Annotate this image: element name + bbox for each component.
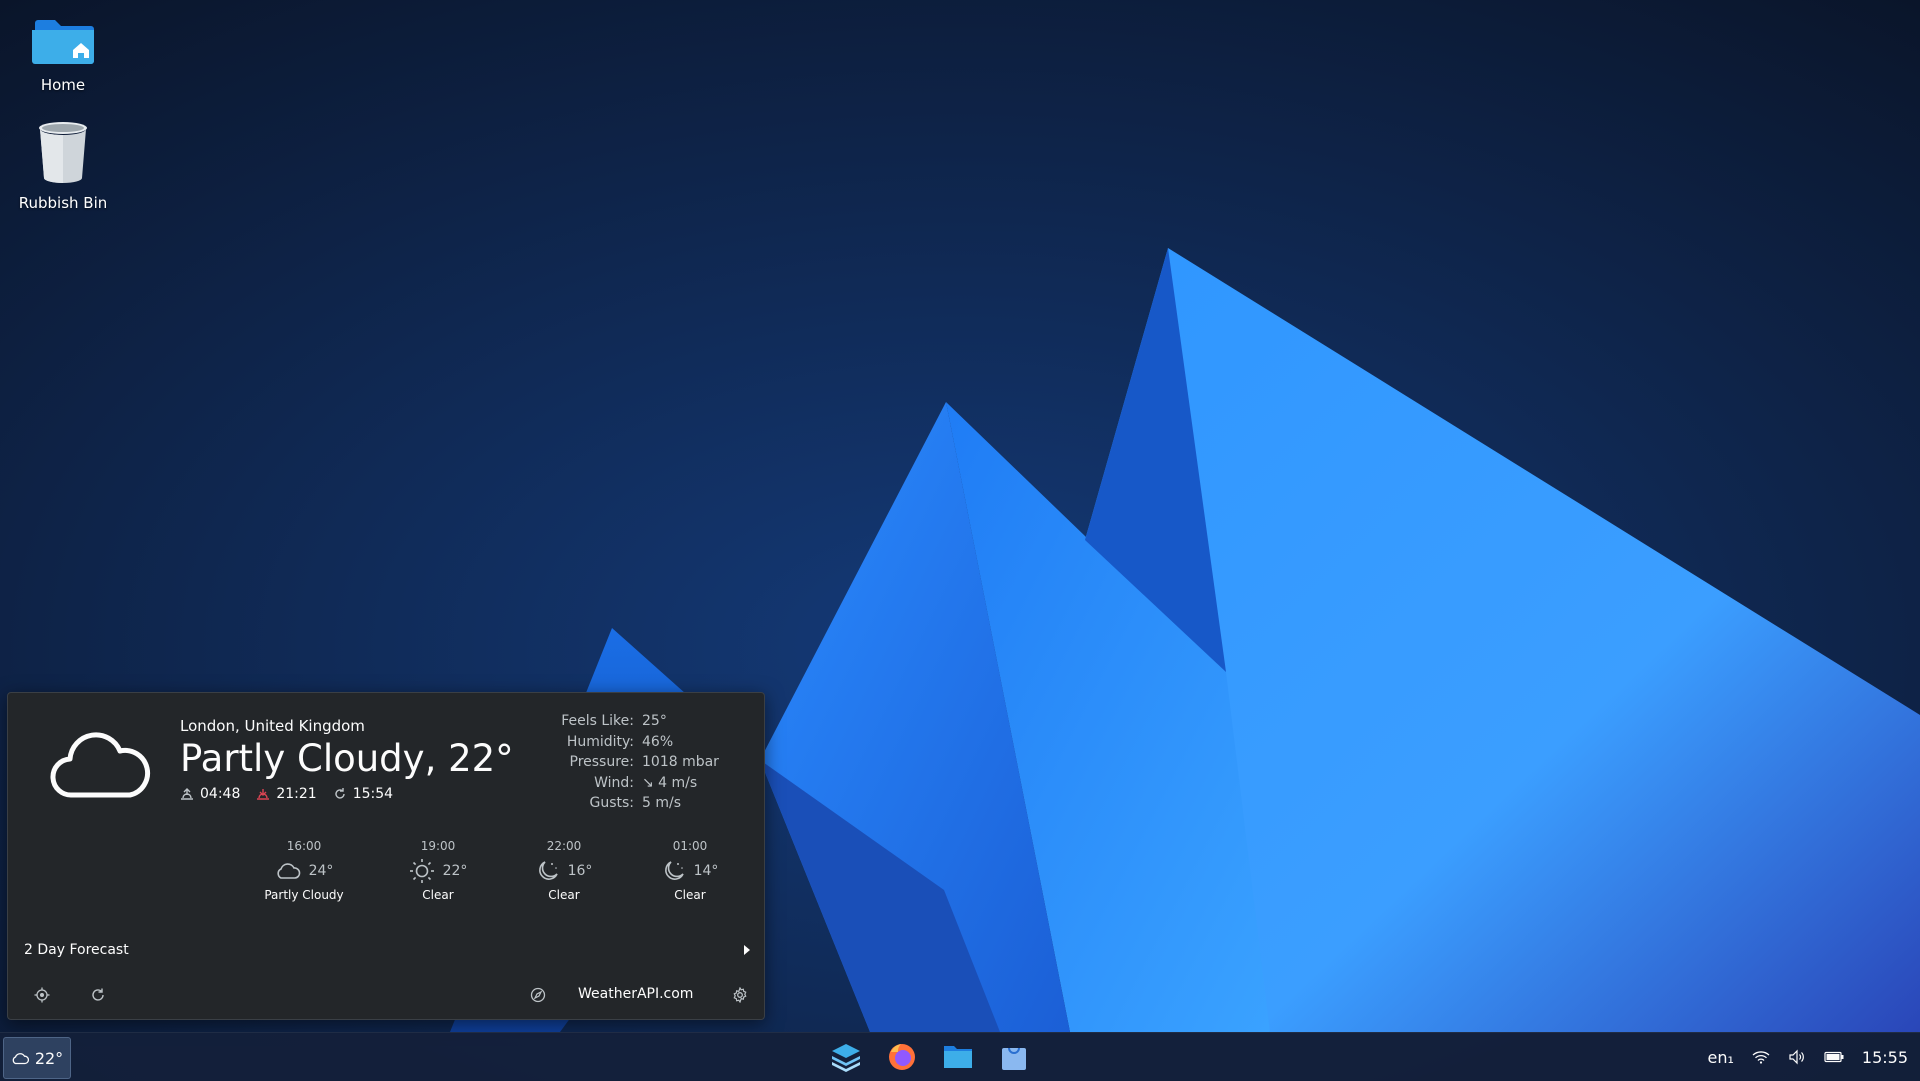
hourly-temp: 22° [442,863,468,879]
firefox-icon [889,1044,915,1070]
hourly-condition: Clear [674,888,706,902]
hourly-temp: 14° [693,863,719,879]
taskbar-weather-temp: 22° [34,1048,64,1068]
hourly-time: 22:00 [546,839,582,853]
weather-popup: London, United Kingdom Partly Cloudy, 22… [7,692,765,1020]
detail-value: ↘ 4 m/s [642,774,698,791]
keyboard-layout-indicator[interactable]: en₁ [1707,1048,1733,1067]
weather-location: London, United Kingdom [180,717,365,735]
sunset-time: 21:21 [276,786,317,802]
software-store-button[interactable] [996,1039,1032,1075]
desktop-icon-rubbish-bin[interactable]: Rubbish Bin [8,120,118,212]
detail-row: Feels Like: 25° [508,711,719,732]
hourly-condition: Clear [548,888,580,902]
hourly-item: 22:00 16° Clear [504,839,624,902]
refresh-button[interactable] [86,983,110,1007]
detail-value: 1018 mbar [642,754,719,770]
detail-row: Wind: ↘ 4 m/s [508,773,719,794]
taskbar: 22° en₁ 15:55 [0,1032,1920,1081]
locate-button[interactable] [30,983,54,1007]
detail-row: Pressure: 1018 mbar [508,752,719,773]
cloud-icon [12,1052,29,1064]
locate-icon [34,987,50,1003]
hourly-time: 19:00 [420,839,456,853]
file-manager-icon [944,1046,972,1068]
sunrise-time: 04:48 [200,786,241,802]
popup-footer: WeatherAPI.com [8,977,764,1013]
desktop-icon-label: Home [40,76,86,94]
moon-icon [538,861,558,880]
detail-label: Wind: [594,774,634,791]
compass-icon [530,987,546,1003]
settings-button[interactable] [728,983,752,1007]
app-launcher-icon [832,1044,860,1072]
sunset-icon [257,789,270,800]
app-launcher-button[interactable] [828,1039,864,1075]
detail-label: Gusts: [589,795,634,811]
detail-value: 5 m/s [642,795,682,811]
weather-details: Feels Like: 25° Humidity: 46% Pressure: 101… [508,711,719,814]
software-store-icon [1002,1047,1026,1070]
refresh-icon [92,988,104,1001]
file-manager-button[interactable] [940,1039,976,1075]
hourly-condition: Clear [422,888,454,902]
firefox-button[interactable] [884,1039,920,1075]
moon-icon [664,861,684,880]
hourly-temp: 16° [567,863,593,879]
battery-icon[interactable] [1824,1051,1844,1063]
detail-row: Humidity: 46% [508,732,719,753]
hourly-time: 01:00 [672,839,708,853]
clock[interactable]: 15:55 [1862,1048,1908,1067]
detail-label: Humidity: [566,733,634,750]
sun-times: 04:48 21:21 15:54 [180,786,393,802]
hourly-item: 16:00 24° Partly Cloudy [244,839,364,902]
refresh-small-icon [335,788,345,799]
cloud-icon [277,863,300,879]
detail-value: 25° [642,713,667,729]
desktop-icon-home[interactable]: Home [8,14,118,94]
hourly-temp: 24° [308,863,334,879]
detail-row: Gusts: 5 m/s [508,793,719,814]
detail-value: 46% [642,733,674,750]
forecast-label: 2 Day Forecast [24,942,129,958]
sun-icon [409,859,434,883]
gear-icon [733,987,747,1003]
desktop-icon-label: Rubbish Bin [18,194,108,212]
compass-button[interactable] [526,983,550,1007]
sunrise-icon [181,788,193,800]
hourly-condition: Partly Cloudy [264,888,344,902]
hourly-item: 19:00 22° Clear [378,839,498,902]
weather-headline: Partly Cloudy, 22° [180,737,514,780]
taskbar-weather-button[interactable]: 22° [3,1037,71,1079]
system-tray: en₁ 15:55 [1707,1033,1908,1081]
hourly-time: 16:00 [286,839,322,853]
forecast-expander[interactable]: 2 Day Forecast [24,937,752,963]
trash-icon [39,122,87,183]
folder-home-icon [32,20,94,64]
detail-label: Feels Like: [561,713,634,729]
hourly-forecast: 16:00 24° Partly Cloudy 19:00 22° Clear … [8,839,764,911]
chevron-right-icon [744,945,750,955]
wifi-icon[interactable] [1752,1050,1770,1064]
cloud-icon [50,732,151,798]
updated-time: 15:54 [352,786,394,802]
volume-icon[interactable] [1788,1049,1806,1065]
hourly-item: 01:00 14° Clear [630,839,750,902]
weather-source-link[interactable]: WeatherAPI.com [578,986,693,1002]
detail-label: Pressure: [569,754,635,770]
